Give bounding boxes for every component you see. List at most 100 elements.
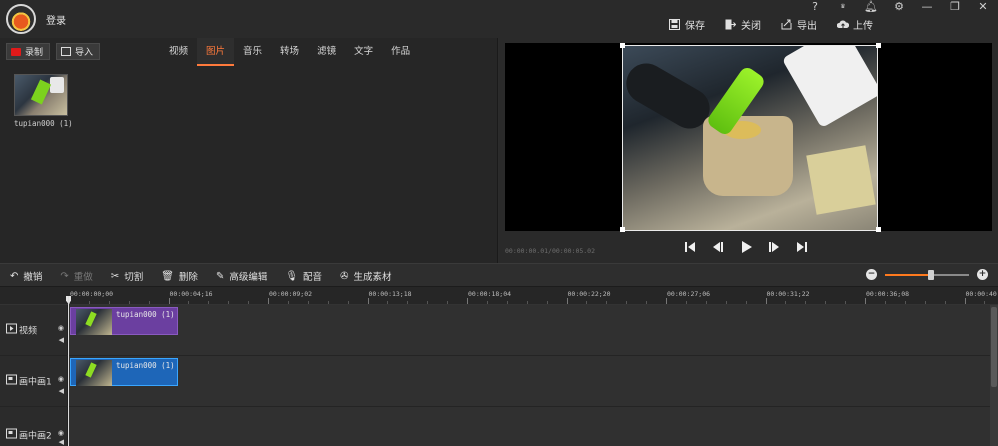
ruler-minor-tick [586, 301, 588, 304]
ruler-label: 00:00:31;22 [766, 290, 810, 298]
avatar[interactable] [6, 4, 36, 34]
resize-handle[interactable] [620, 227, 625, 232]
delete-button[interactable]: 🗑︎ 删除 [161, 269, 198, 284]
track-pip-1: 画中画1 ◉ ◀︎ tupian000 (1) [0, 356, 990, 407]
preview-timecode: 00:00:00.01/00:00:05.02 [505, 247, 596, 255]
preview-image[interactable] [622, 45, 878, 231]
ruler-label: 00:00:00;00 [70, 290, 114, 298]
timeline-ruler[interactable]: 00:00:00;00 00:00:04;16 00:00:09;02 00:00:1… [0, 287, 998, 305]
clip-label: tupian000 (1) [116, 361, 175, 370]
ruler-minor-tick [904, 301, 906, 304]
tab-transitions[interactable]: 转场 [271, 38, 308, 66]
scrollbar-thumb[interactable] [991, 307, 997, 387]
minimize-button[interactable]: — [920, 0, 934, 14]
save-icon [669, 19, 680, 30]
ruler-minor-tick [725, 301, 727, 304]
close-project-button[interactable]: 关闭 [725, 17, 761, 32]
ruler-minor-tick [685, 301, 687, 304]
ruler-minor-tick [228, 301, 230, 304]
window-controls: ? ♛ 🔔︎ ⚙ — ❐ ✕ [808, 0, 990, 14]
upload-button[interactable]: 上传 [836, 17, 873, 32]
tab-filters[interactable]: 滤镜 [308, 38, 345, 66]
ruler-minor-tick [805, 301, 807, 304]
gear-icon[interactable]: ⚙ [892, 0, 906, 14]
undo-icon: ↶ [10, 270, 19, 282]
zoom-out-icon[interactable]: − [866, 269, 877, 280]
ruler-tick [367, 298, 369, 304]
record-button[interactable]: 录制 [6, 43, 51, 60]
ruler-minor-tick [924, 301, 926, 304]
media-item[interactable]: tupian000 (1) [14, 74, 73, 128]
tab-works[interactable]: 作品 [382, 38, 419, 66]
ruler-minor-tick [745, 301, 747, 304]
cloud-upload-icon [836, 19, 850, 30]
voiceover-button[interactable]: 🎙︎ 配音 [285, 269, 322, 284]
media-thumbnail[interactable] [14, 74, 68, 116]
resize-handle[interactable] [876, 227, 881, 232]
skip-to-end-icon[interactable] [795, 240, 809, 254]
ruler-minor-tick [148, 301, 150, 304]
ruler-minor-tick [347, 301, 349, 304]
pip-icon [6, 428, 17, 442]
generate-material-button[interactable]: ✇ 生成素材 [340, 269, 391, 284]
save-button[interactable]: 保存 [669, 17, 705, 32]
restore-button[interactable]: ❐ [948, 0, 962, 14]
close-window-button[interactable]: ✕ [976, 0, 990, 14]
resize-handle[interactable] [876, 43, 881, 48]
ruler-label: 00:00:09;02 [269, 290, 313, 298]
timeline-scrollbar[interactable] [990, 305, 998, 446]
vip-crown-icon[interactable]: ♛ [836, 0, 850, 14]
tab-music[interactable]: 音乐 [234, 38, 271, 66]
speaker-icon[interactable]: ◀︎ [59, 438, 64, 446]
ruler-label: 00:00:04;16 [169, 290, 213, 298]
play-track-icon [6, 323, 17, 337]
ruler-tick [168, 298, 170, 304]
redo-button[interactable]: ↷ 重做 [60, 269, 92, 284]
media-item-label: tupian000 (1) [14, 119, 73, 128]
zoom-slider-thumb[interactable] [928, 269, 935, 280]
video-clip[interactable]: tupian000 (1) [70, 307, 178, 335]
bell-icon[interactable]: 🔔︎ [864, 0, 878, 14]
eye-icon[interactable]: ◉ [58, 324, 64, 332]
zoom-in-icon[interactable]: + [977, 269, 988, 280]
speaker-icon[interactable]: ◀︎ [59, 336, 64, 344]
help-button[interactable]: ? [808, 0, 822, 14]
eye-icon[interactable]: ◉ [58, 429, 64, 437]
cut-button[interactable]: ✂ 切割 [111, 269, 143, 284]
speaker-icon[interactable]: ◀︎ [59, 387, 64, 395]
exit-icon [725, 19, 737, 30]
tab-images[interactable]: 图片 [197, 38, 235, 66]
tab-text[interactable]: 文字 [345, 38, 382, 66]
eye-icon[interactable]: ◉ [58, 375, 64, 383]
title-bar: 登录 ? ♛ 🔔︎ ⚙ — ❐ ✕ 保存 关闭 导出 上传 [0, 0, 998, 38]
playhead[interactable] [68, 296, 69, 446]
next-frame-icon[interactable] [767, 240, 781, 254]
resize-handle[interactable] [620, 43, 625, 48]
microphone-icon: 🎙︎ [285, 270, 299, 282]
redo-icon: ↷ [60, 270, 69, 282]
record-icon [11, 47, 21, 56]
ruler-minor-tick [884, 301, 886, 304]
ruler-minor-tick [407, 301, 409, 304]
ruler-tick [865, 298, 866, 304]
pip-clip[interactable]: tupian000 (1) [70, 358, 178, 386]
ruler-minor-tick [188, 301, 190, 304]
previous-frame-icon[interactable] [711, 240, 725, 254]
play-icon[interactable] [739, 240, 753, 254]
import-button[interactable]: 导入 [56, 43, 101, 60]
file-actions: 保存 关闭 导出 上传 [669, 17, 873, 32]
ruler-minor-tick [785, 301, 787, 304]
zoom-slider[interactable] [885, 269, 969, 280]
undo-button[interactable]: ↶ 撤销 [10, 269, 42, 284]
skip-to-start-icon[interactable] [683, 240, 697, 254]
edit-actions: ↶ 撤销 ↷ 重做 ✂ 切割 🗑︎ 删除 ✎ 高级编辑 🎙︎ 配音 ✇ 生成素材 [10, 264, 391, 288]
track-header: 画中画2 ◉ ◀︎ [0, 407, 68, 446]
tab-video[interactable]: 视频 [160, 38, 197, 66]
clip-thumbnail [76, 309, 112, 335]
ruler-tick [964, 298, 966, 304]
advanced-edit-button[interactable]: ✎ 高级编辑 [216, 269, 267, 284]
login-link[interactable]: 登录 [46, 12, 66, 27]
export-button[interactable]: 导出 [781, 17, 817, 32]
ruler-minor-tick [248, 301, 250, 304]
ruler-label: 00:00:27;06 [667, 290, 711, 298]
